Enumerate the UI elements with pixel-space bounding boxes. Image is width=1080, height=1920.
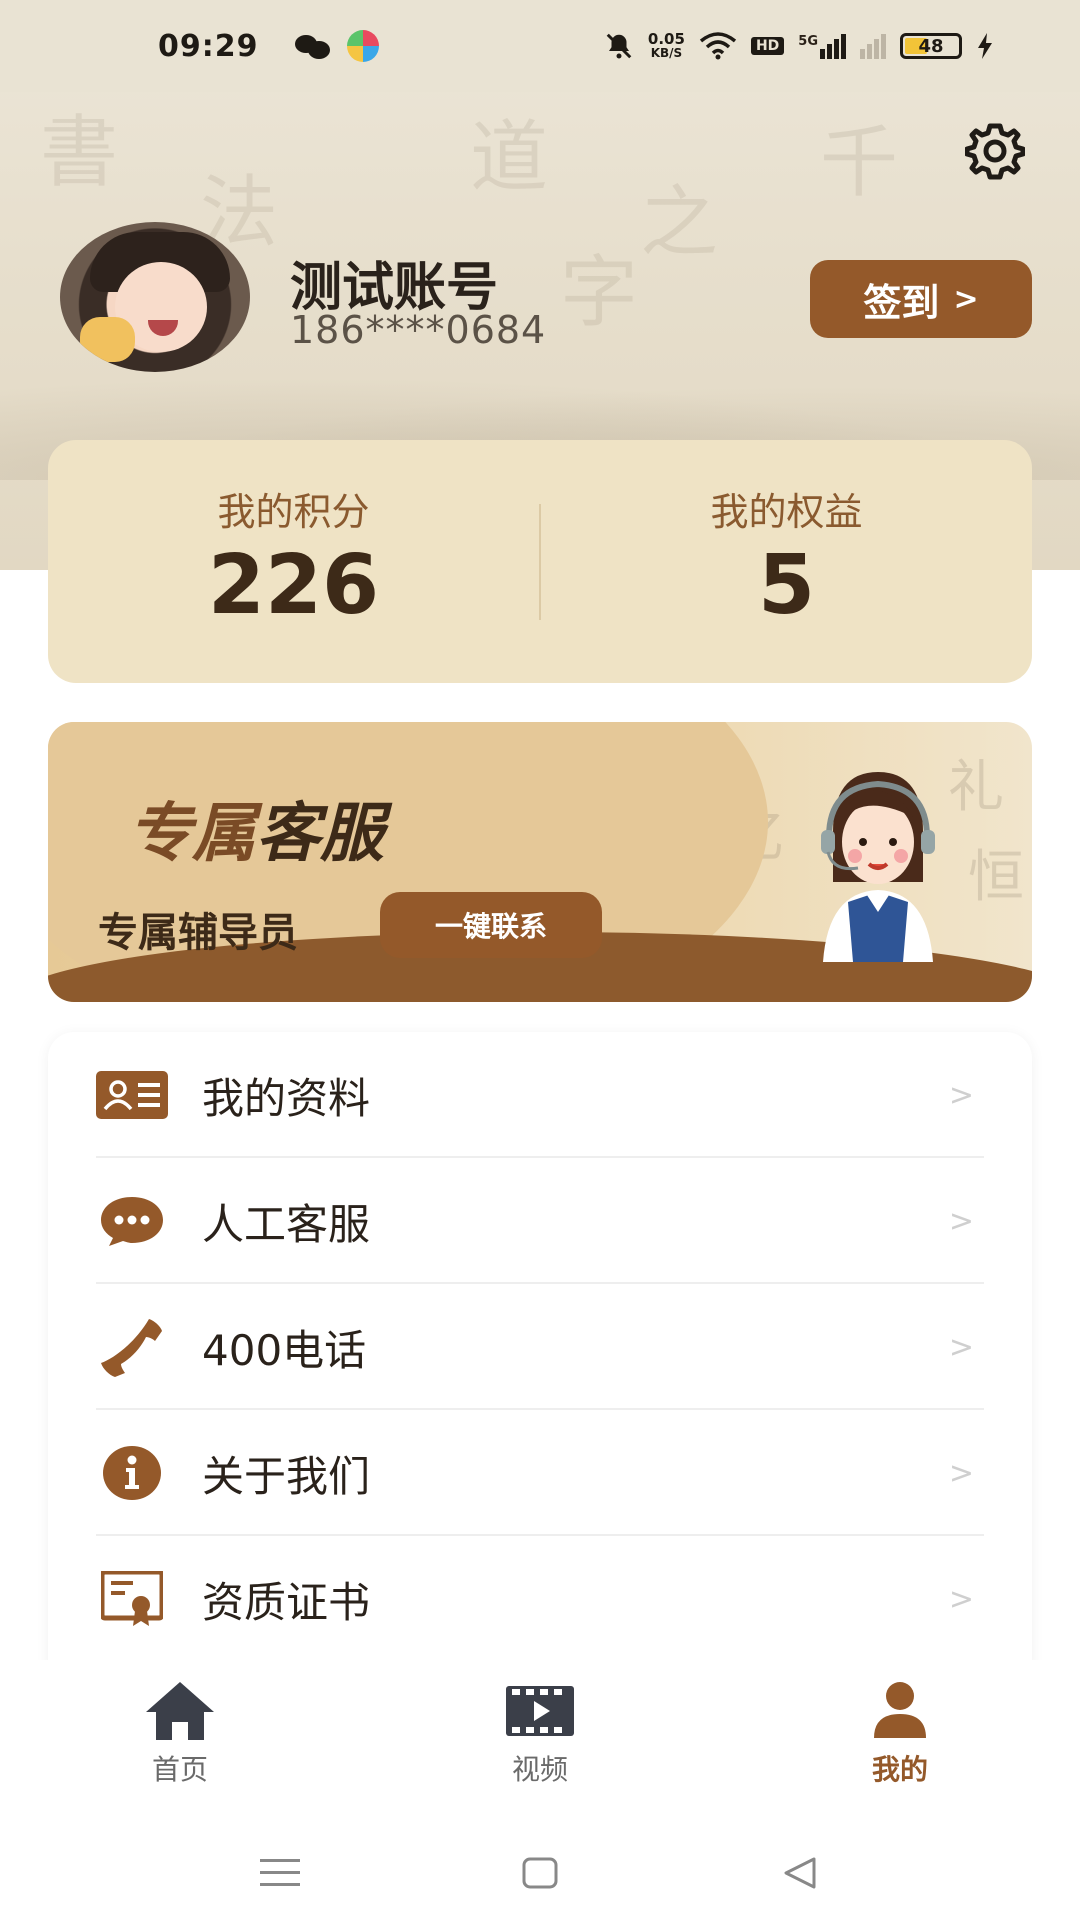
charging-icon (978, 33, 992, 59)
menu-item-customer-service[interactable]: 人工客服 > (96, 1158, 984, 1284)
menu-lines-icon (260, 1859, 300, 1886)
contact-button[interactable]: 一键联系 (380, 892, 602, 958)
status-time: 09:29 (158, 28, 259, 64)
menu-item-400-phone[interactable]: 400电话 > (96, 1284, 984, 1410)
settings-button[interactable] (964, 120, 1026, 180)
menu-label: 关于我们 (202, 1451, 371, 1501)
customer-service-agent-icon (821, 772, 935, 962)
chevron-right-icon: > (948, 1581, 974, 1617)
net-speed: 0.05 KB/S (647, 30, 685, 61)
chevron-right-icon: > (948, 1455, 974, 1491)
bottom-tab-bar: 首页 视频 我的 (0, 1660, 1080, 1825)
video-icon (506, 1686, 574, 1736)
signin-label: 签到 (863, 280, 940, 325)
menu-label: 人工客服 (202, 1199, 371, 1249)
benefits-value: 5 (757, 537, 816, 633)
chevron-right-icon: > (948, 1329, 974, 1365)
status-bar: 09:29 0.05 KB/S HD 5G 48 (0, 0, 1080, 92)
banner-subtitle: 专属辅导员 (98, 910, 298, 956)
avatar[interactable] (60, 222, 250, 372)
wifi-icon (699, 32, 737, 60)
square-icon (522, 1857, 558, 1889)
chat-bubble-icon (96, 1191, 168, 1251)
chevron-right-icon: > (948, 1077, 974, 1113)
gear-icon (964, 123, 1026, 180)
menu-item-about-us[interactable]: 关于我们 > (96, 1410, 984, 1536)
nav-back-button[interactable] (770, 1853, 830, 1893)
points-value: 226 (207, 537, 380, 633)
benefits-label: 我的权益 (710, 489, 863, 534)
tab-home[interactable]: 首页 (80, 1680, 280, 1788)
nav-menu-button[interactable] (250, 1853, 310, 1893)
mute-bell-icon (606, 33, 632, 59)
hd-badge: HD (750, 37, 785, 55)
banner-title: 专属客服 (128, 782, 384, 874)
net-speed-unit: KB/S (650, 46, 683, 60)
benefits-stat[interactable]: 我的权益 5 (541, 440, 1032, 683)
menu-item-my-profile[interactable]: 我的资料 > (96, 1032, 984, 1158)
app-notification-icon (346, 30, 379, 62)
phone-icon (96, 1317, 168, 1377)
battery-level: 48 (918, 35, 944, 57)
points-stat[interactable]: 我的积分 226 (48, 440, 539, 683)
exclusive-service-banner[interactable]: 帖 忆 礼 恒 专属客服 专属辅导员 一键联系 (48, 722, 1032, 1002)
chevron-right-icon: > (948, 1203, 974, 1239)
menu-label: 400电话 (202, 1325, 367, 1375)
points-label: 我的积分 (217, 489, 370, 534)
signal-label: 5G (798, 33, 818, 49)
chevron-right-icon: > (953, 281, 979, 317)
signin-button[interactable]: 签到 > (810, 260, 1032, 338)
certificate-icon (96, 1569, 168, 1629)
nav-home-button[interactable] (510, 1853, 570, 1893)
info-icon (96, 1443, 168, 1503)
user-icon (874, 1682, 926, 1738)
tab-mine[interactable]: 我的 (800, 1680, 1000, 1788)
banner-title-part1: 专属 (128, 796, 256, 871)
signal-empty-icon (860, 33, 886, 59)
menu-card: 我的资料 > 人工客服 > 400电话 > 关于我们 > 资质证书 > (48, 1032, 1032, 1672)
tab-label: 首页 (151, 1753, 208, 1786)
user-phone: 186****0684 (290, 308, 547, 352)
back-triangle-icon (784, 1857, 816, 1889)
signal-5g-icon: 5G (798, 33, 846, 59)
tab-label: 我的 (871, 1753, 928, 1786)
wechat-icon (294, 33, 331, 59)
tab-video[interactable]: 视频 (440, 1680, 640, 1788)
menu-label: 我的资料 (202, 1073, 371, 1123)
system-navigation-bar (0, 1825, 1080, 1920)
home-icon (146, 1682, 214, 1740)
battery-icon: 48 (900, 33, 962, 59)
tab-label: 视频 (511, 1753, 568, 1786)
net-speed-value: 0.05 (647, 30, 685, 48)
banner-title-part2: 客服 (256, 796, 384, 871)
menu-item-certificates[interactable]: 资质证书 > (96, 1536, 984, 1662)
menu-label: 资质证书 (202, 1577, 371, 1627)
id-card-icon (96, 1065, 168, 1125)
stats-card: 我的积分 226 我的权益 5 (48, 440, 1032, 683)
